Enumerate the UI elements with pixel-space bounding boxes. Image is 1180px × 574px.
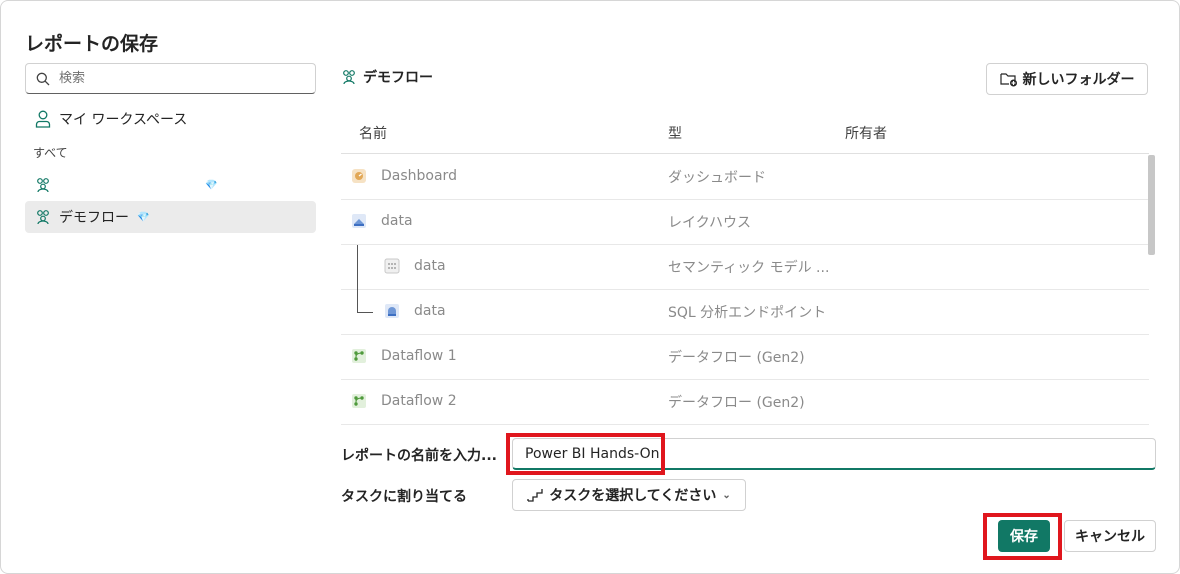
item-name: Dashboard (381, 168, 457, 184)
dataflow-icon (351, 348, 367, 364)
cancel-button[interactable]: キャンセル (1064, 520, 1156, 552)
breadcrumb: デモフロー (341, 67, 433, 87)
steps-icon (527, 489, 543, 502)
select-task-button[interactable]: タスクを選択してください ⌄ (512, 479, 746, 511)
folder-add-icon (999, 73, 1017, 87)
owner-cell (837, 290, 945, 334)
diamond-icon: 💎 (205, 179, 218, 191)
sidebar-item-demoflow[interactable]: デモフロー 💎 (25, 201, 316, 233)
list-scrollbar[interactable] (1148, 155, 1155, 255)
sidebar-item-label: デモフロー (59, 210, 129, 226)
dataflow-icon (351, 393, 367, 409)
search-icon (36, 72, 50, 85)
item-type: セマンティック モデル ... (668, 260, 830, 276)
table-row[interactable]: data SQL 分析エンドポイント (341, 290, 1149, 335)
tree-connector (357, 290, 373, 313)
diamond-icon: 💎 (137, 211, 150, 223)
item-name: Dataflow 2 (381, 393, 457, 409)
report-name-label: レポートの名前を入力... (341, 448, 497, 464)
new-folder-button[interactable]: 新しいフォルダー (986, 63, 1148, 95)
sidebar-item-workspace[interactable]: 💎 (25, 169, 316, 201)
highlight-box (506, 433, 665, 475)
new-folder-label: 新しいフォルダー (1022, 71, 1135, 87)
table-row[interactable]: Dashboard ダッシュボード (341, 155, 1149, 200)
search-input[interactable] (57, 70, 297, 87)
item-name: data (414, 303, 446, 319)
search-box[interactable] (25, 63, 316, 94)
item-name: Dataflow 1 (381, 348, 457, 364)
owner-cell (837, 155, 945, 199)
workspace-icon (37, 178, 49, 193)
select-task-label: タスクを選択してください (549, 487, 717, 503)
person-icon (35, 110, 51, 128)
assign-task-label: タスクに割り当てる (341, 489, 467, 505)
workspace-icon (343, 70, 355, 85)
workspace-icon (37, 210, 49, 225)
item-name: data (414, 258, 446, 274)
item-name: data (381, 213, 413, 229)
save-report-dialog: レポートの保存 マイ ワークスペース すべて 💎 (0, 0, 1180, 574)
table-row[interactable]: data レイクハウス (341, 200, 1149, 245)
save-button[interactable]: 保存 (998, 520, 1050, 552)
table-header: 名前 型 所有者 (341, 111, 1149, 154)
item-type: データフロー (Gen2) (668, 395, 805, 411)
dialog-title: レポートの保存 (25, 33, 159, 55)
item-list: Dashboard ダッシュボード data レイクハウス data セマンティ… (341, 155, 1149, 425)
column-header-owner[interactable]: 所有者 (845, 123, 887, 143)
column-header-type[interactable]: 型 (668, 123, 682, 143)
item-type: レイクハウス (668, 215, 752, 231)
item-type: SQL 分析エンドポイント (668, 305, 827, 321)
table-row[interactable]: data セマンティック モデル ... (341, 245, 1149, 290)
tree-connector (357, 245, 358, 290)
owner-cell (837, 200, 945, 244)
breadcrumb-label: デモフロー (363, 70, 433, 86)
lakehouse-icon (351, 213, 367, 229)
section-label-all: すべて (33, 146, 68, 160)
table-row[interactable]: Dataflow 1 データフロー (Gen2) (341, 335, 1149, 380)
semantic-model-icon (384, 258, 400, 274)
owner-cell (837, 245, 945, 289)
sidebar-item-label: マイ ワークスペース (59, 112, 188, 128)
table-row[interactable]: Dataflow 2 データフロー (Gen2) (341, 380, 1149, 425)
sidebar-item-my-workspace[interactable]: マイ ワークスペース (25, 103, 316, 135)
column-header-name[interactable]: 名前 (359, 123, 387, 143)
dashboard-icon (351, 168, 367, 184)
item-type: ダッシュボード (668, 170, 766, 186)
chevron-down-icon: ⌄ (722, 489, 731, 501)
sql-endpoint-icon (384, 303, 400, 319)
item-type: データフロー (Gen2) (668, 350, 805, 366)
